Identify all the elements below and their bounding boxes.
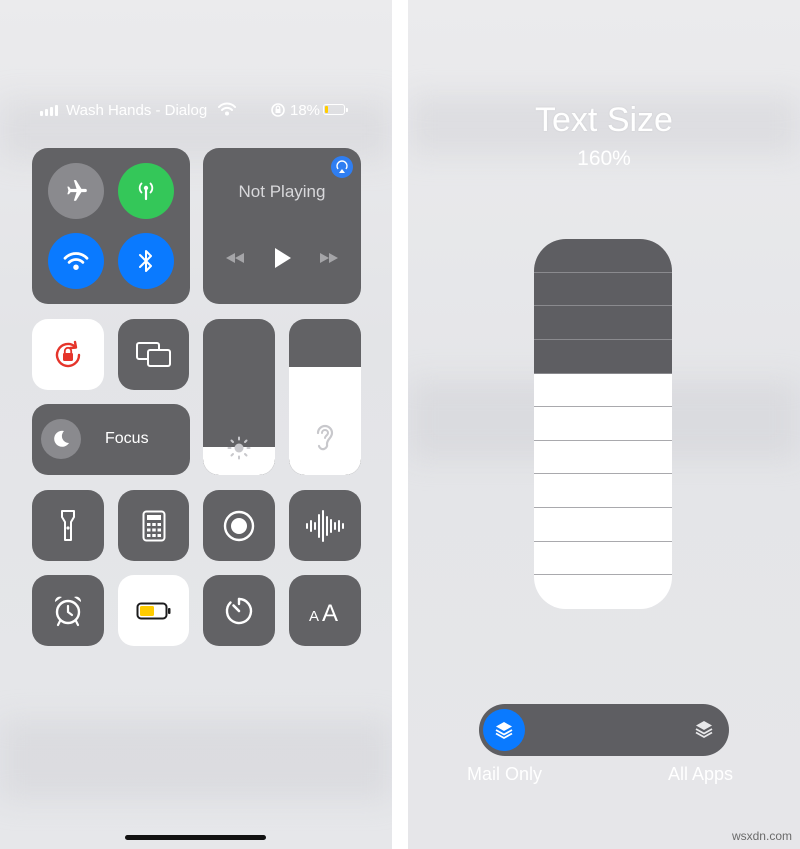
background-blur: [0, 720, 392, 800]
control-center-panel: Wash Hands - Dialog 18% Not Playing Focu…: [0, 0, 392, 849]
text-size-button[interactable]: A A: [289, 575, 361, 646]
all-apps-label: All Apps: [668, 764, 734, 784]
alarm-button[interactable]: [32, 575, 104, 646]
layers-icon: [695, 721, 713, 738]
mail-only-label: Mail Only: [467, 764, 543, 784]
brightness-slider[interactable]: [203, 319, 275, 475]
screen-mirroring-icon: [135, 341, 171, 367]
text-size-step[interactable]: [534, 575, 672, 609]
timer-button[interactable]: [203, 575, 275, 646]
rotation-lock-icon: [55, 340, 81, 367]
cellular-signal-icon: [40, 104, 58, 116]
flashlight-icon: [61, 509, 75, 541]
battery-icon: [323, 104, 348, 115]
text-size-panel: Text Size 160% Mail Only All Apps wsxdn.…: [408, 0, 800, 849]
now-playing-title: Not Playing: [238, 182, 326, 201]
alarm-clock-icon: [54, 596, 82, 626]
text-size-step[interactable]: [534, 239, 672, 273]
now-playing-module[interactable]: Not Playing: [203, 148, 361, 304]
text-size-step[interactable]: [534, 272, 672, 307]
flashlight-button[interactable]: [32, 490, 104, 561]
text-size-step[interactable]: [534, 542, 672, 576]
calculator-icon: [142, 510, 165, 541]
hearing-slider[interactable]: [289, 319, 361, 475]
moon-icon: [41, 419, 81, 459]
svg-text:A: A: [309, 608, 319, 625]
ear-icon: [316, 424, 334, 451]
text-size-step[interactable]: [534, 508, 672, 542]
text-size-step[interactable]: [534, 339, 672, 374]
previous-track-icon[interactable]: [224, 251, 246, 265]
battery-percent: 18%: [290, 102, 321, 119]
text-size-step[interactable]: [534, 374, 672, 408]
timer-icon: [225, 597, 253, 624]
calculator-button[interactable]: [118, 490, 189, 561]
layers-icon: [495, 722, 513, 739]
svg-text:A: A: [322, 600, 338, 625]
battery-icon: [136, 602, 170, 619]
text-size-slider[interactable]: [534, 239, 672, 609]
text-size-step[interactable]: [534, 306, 672, 340]
voice-memos-button[interactable]: [289, 490, 361, 561]
home-indicator[interactable]: [125, 835, 266, 840]
text-size-step[interactable]: [534, 441, 672, 475]
text-size-title: Text Size: [535, 101, 673, 139]
wifi-toggle[interactable]: [48, 233, 104, 289]
cellular-data-toggle[interactable]: [118, 163, 174, 219]
text-size-icon: A A: [309, 600, 338, 625]
app-scope-toggle[interactable]: [479, 704, 729, 756]
status-bar: Wash Hands - Dialog 18%: [40, 101, 360, 121]
text-size-step[interactable]: [534, 474, 672, 509]
play-icon[interactable]: [272, 247, 292, 269]
text-size-value: 160%: [577, 147, 631, 170]
all-apps-option[interactable]: [693, 718, 715, 745]
focus-label: Focus: [105, 430, 149, 447]
carrier-name: Wash Hands - Dialog: [66, 102, 208, 119]
screen-record-icon: [223, 510, 255, 541]
connectivity-module: [32, 148, 190, 304]
text-size-step[interactable]: [534, 407, 672, 441]
sound-wave-icon: [306, 509, 344, 542]
wifi-icon: [63, 252, 89, 270]
airplay-icon[interactable]: [331, 156, 353, 178]
antenna-icon: [138, 182, 154, 201]
focus-button[interactable]: Focus: [32, 404, 190, 475]
screen-mirroring-button[interactable]: [118, 319, 189, 390]
orientation-lock-status-icon: [270, 102, 286, 122]
wifi-status-icon: [218, 101, 236, 121]
low-power-mode-button[interactable]: [118, 575, 189, 646]
airplane-icon: [67, 180, 87, 201]
bluetooth-icon: [139, 250, 152, 272]
watermark: wsxdn.com: [731, 829, 792, 843]
orientation-lock-button[interactable]: [32, 319, 104, 390]
next-track-icon[interactable]: [318, 251, 340, 265]
bluetooth-toggle[interactable]: [118, 233, 174, 289]
mail-only-option[interactable]: [483, 709, 525, 751]
screen-recording-button[interactable]: [203, 490, 275, 561]
brightness-sun-icon: [227, 436, 251, 460]
airplane-mode-toggle[interactable]: [48, 163, 104, 219]
media-controls: [203, 247, 361, 269]
